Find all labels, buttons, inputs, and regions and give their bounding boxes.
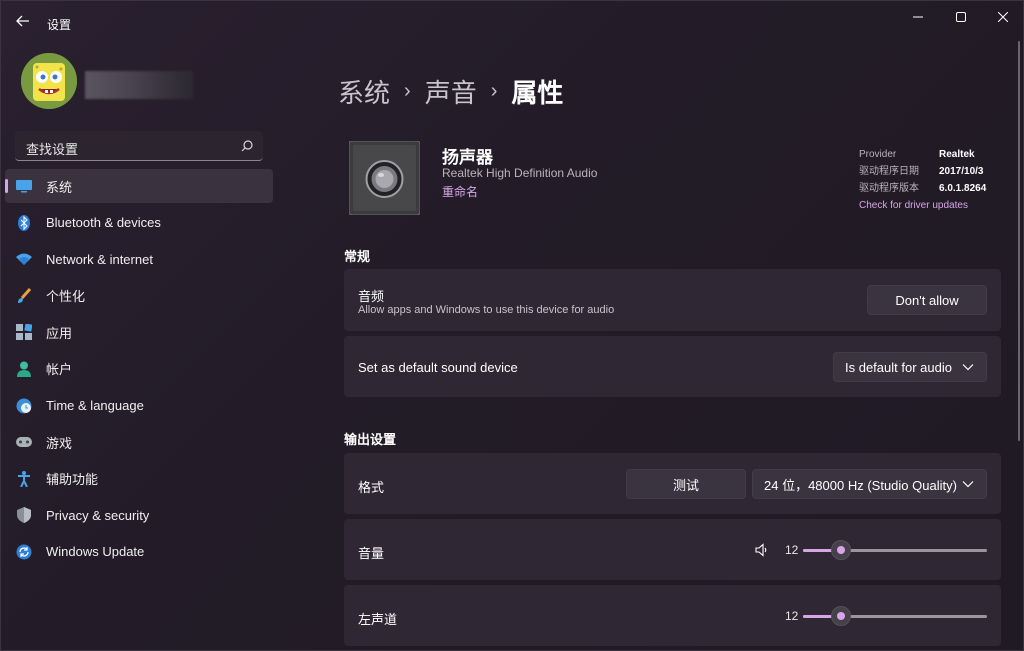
audio-title: 音频 [358,289,385,304]
sidebar-item-label: Bluetooth & devices [46,215,161,231]
sidebar-item-bluetooth[interactable]: Bluetooth & devices [5,206,273,240]
sidebar-item-label: 系统 [46,179,73,195]
sidebar-item-system[interactable]: 系统 [5,169,273,203]
sidebar-item-windows-update[interactable]: Windows Update [5,535,273,569]
sidebar-item-accounts[interactable]: 帐户 [5,352,273,386]
sidebar-item-network[interactable]: Network & internet [5,242,273,276]
default-device-dropdown[interactable]: Is default for audio [833,352,987,382]
bluetooth-icon [15,214,33,232]
sidebar-nav: 系统 Bluetooth & devices Network & interne… [5,169,273,572]
left-channel-value: 12 [785,609,799,623]
avatar-image-icon [21,53,77,109]
breadcrumb-chevron-icon: › [490,79,498,102]
section-title-output: 输出设置 [344,432,397,447]
breadcrumb-chevron-icon: › [404,79,411,102]
network-icon [15,250,33,268]
sidebar-item-label: 应用 [46,325,73,341]
chevron-down-icon [962,481,974,488]
driver-date-label: 驱动程序日期 [859,166,919,177]
windows-update-icon [15,543,33,561]
speaker-volume-icon[interactable] [755,543,769,557]
search-placeholder: 查找设置 [26,142,79,157]
dont-allow-button[interactable]: Don't allow [867,285,987,315]
username-redacted [85,71,193,99]
title-bar: 设置 [1,1,1023,37]
back-arrow-icon [16,15,29,27]
device-name: 扬声器 [442,148,493,167]
account-icon [15,360,33,378]
volume-value: 12 [785,543,799,557]
window-title: 设置 [47,18,72,32]
privacy-icon [15,506,33,524]
format-card: 格式 测试 24 位，48000 Hz (Studio Quality) [344,453,1001,514]
sidebar-item-label: 个性化 [46,289,86,305]
sidebar-item-personalization[interactable]: 个性化 [5,279,273,313]
close-icon [998,12,1008,22]
format-value: 24 位，48000 Hz (Studio Quality) [764,477,957,493]
sidebar-item-time-language[interactable]: Time & language [5,389,273,423]
settings-window: 设置 查找设置 系统 Bluetooth & devices Network &… [0,0,1024,651]
device-description: Realtek High Definition Audio [442,166,598,180]
maximize-button[interactable] [941,3,981,31]
minimize-button[interactable] [898,3,938,31]
sidebar-item-label: 游戏 [46,435,73,451]
driver-version-value: 6.0.1.8264 [939,183,987,194]
page-title: 属性 [511,77,564,108]
avatar[interactable] [21,53,77,109]
sidebar-item-privacy[interactable]: Privacy & security [5,498,273,532]
time-language-icon [15,397,33,415]
left-channel-title: 左声道 [358,612,398,627]
speaker-icon [349,141,420,215]
close-button[interactable] [983,3,1023,31]
apps-icon [15,323,33,341]
default-device-title: Set as default sound device [358,360,518,375]
breadcrumb-sound[interactable]: 声音 [425,73,477,110]
system-icon [15,177,33,195]
default-device-value: Is default for audio [845,359,952,375]
format-title: 格式 [358,480,385,495]
volume-slider-thumb[interactable] [831,540,851,560]
sidebar-item-label: 帐户 [46,362,73,378]
search-input[interactable]: 查找设置 [15,131,263,161]
gaming-icon [15,433,33,451]
scrollbar[interactable] [1018,41,1020,441]
accessibility-icon [15,470,33,488]
sidebar-item-gaming[interactable]: 游戏 [5,425,273,459]
active-indicator [5,179,8,193]
maximize-icon [956,12,966,22]
volume-slider[interactable] [803,539,987,561]
volume-card: 音量 12 [344,519,1001,580]
sidebar-item-label: Windows Update [46,544,145,560]
left-channel-slider[interactable] [803,605,987,627]
driver-info: Provider Realtek 驱动程序日期 2017/10/3 驱动程序版本 6.… [859,146,986,214]
sidebar-item-apps[interactable]: 应用 [5,315,273,349]
sidebar-item-accessibility[interactable]: 辅助功能 [5,462,273,496]
minimize-icon [913,16,923,18]
volume-title: 音量 [358,546,385,561]
section-title-general: 常规 [344,249,371,264]
format-dropdown[interactable]: 24 位，48000 Hz (Studio Quality) [752,469,987,499]
driver-provider-label: Provider [859,149,897,160]
audio-subtitle: Allow apps and Windows to use this devic… [358,304,615,316]
driver-provider-value: Realtek [939,149,975,160]
audio-card: 音频 Allow apps and Windows to use this de… [344,269,1001,331]
left-channel-card: 左声道 12 [344,585,1001,646]
driver-date-value: 2017/10/3 [939,166,984,177]
sidebar-item-label: Time & language [46,398,144,414]
chevron-down-icon [962,364,974,371]
sidebar-item-label: Network & internet [46,251,153,267]
default-device-card: Set as default sound device Is default f… [344,336,1001,397]
personalization-icon [15,287,33,305]
rename-link[interactable]: 重命名 [442,183,478,200]
breadcrumb-system[interactable]: 系统 [338,73,390,110]
left-channel-slider-thumb[interactable] [831,606,851,626]
search-icon [241,140,253,152]
sidebar-item-label: 辅助功能 [46,472,99,488]
test-button[interactable]: 测试 [626,469,746,499]
sidebar-item-label: Privacy & security [46,507,150,523]
back-button[interactable] [11,9,35,33]
driver-version-label: 驱动程序版本 [859,183,919,194]
driver-update-link[interactable]: Check for driver updates [859,197,968,214]
breadcrumb: 系统 › 声音 › 属性 [338,73,563,109]
